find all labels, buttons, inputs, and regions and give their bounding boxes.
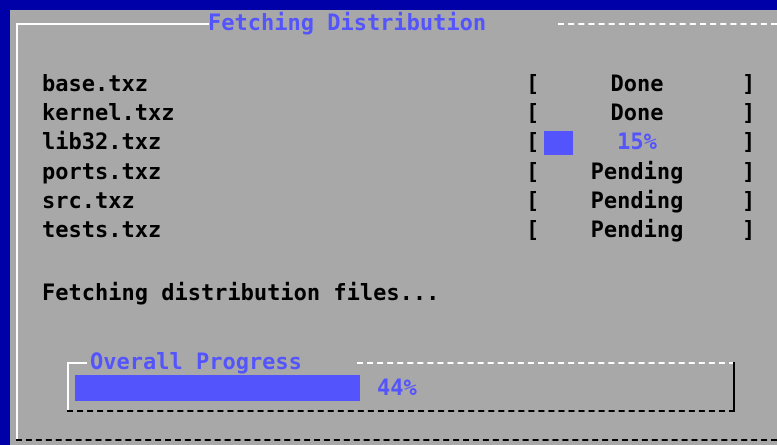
status-bracket-open: [ xyxy=(526,101,540,126)
dialog-frame-bottom xyxy=(16,439,777,441)
file-status: Pending xyxy=(590,189,684,214)
overall-frame-right xyxy=(733,362,735,412)
status-bracket-close: ] xyxy=(742,160,756,185)
status-bracket-close: ] xyxy=(742,189,756,214)
installer-screen: Fetching Distribution base.txz [ Done ] … xyxy=(0,0,777,445)
dialog-title: Fetching Distribution xyxy=(208,11,487,36)
file-name: kernel.txz xyxy=(42,101,175,126)
file-row-ports: ports.txz [ Pending ] xyxy=(42,158,755,187)
status-bracket-open: [ xyxy=(526,160,540,185)
status-bracket-open: [ xyxy=(526,130,540,155)
overall-progress-percent: 44% xyxy=(377,376,417,401)
file-name: tests.txz xyxy=(42,218,162,243)
overall-frame-top-left xyxy=(67,362,87,364)
overall-frame-top-right xyxy=(357,362,735,364)
overall-frame-left xyxy=(67,362,69,412)
file-status: 15% xyxy=(617,130,657,155)
overall-progress-box: Overall Progress 44% xyxy=(67,348,735,412)
file-name: base.txz xyxy=(42,72,148,97)
status-message: Fetching distribution files... xyxy=(42,281,440,306)
file-status: Pending xyxy=(590,160,684,185)
file-row-src: src.txz [ Pending ] xyxy=(42,187,755,216)
file-name: src.txz xyxy=(42,189,135,214)
file-status: Done xyxy=(610,101,664,126)
dialog-frame-left xyxy=(16,23,18,441)
overall-progress-title: Overall Progress xyxy=(90,350,302,375)
dialog-frame-top-right xyxy=(558,23,777,25)
file-status: Done xyxy=(610,72,664,97)
status-bracket-close: ] xyxy=(742,130,756,155)
file-status: Pending xyxy=(590,218,684,243)
file-name: ports.txz xyxy=(42,160,162,185)
fetch-dialog: Fetching Distribution base.txz [ Done ] … xyxy=(10,10,777,445)
status-bracket-open: [ xyxy=(526,189,540,214)
overall-progress-fill xyxy=(75,375,360,401)
overall-progress-bar: 44% xyxy=(75,375,723,401)
overall-frame-bottom xyxy=(67,410,735,412)
file-row-base: base.txz [ Done ] xyxy=(42,70,755,99)
file-row-tests: tests.txz [ Pending ] xyxy=(42,216,755,245)
file-row-kernel: kernel.txz [ Done ] xyxy=(42,99,755,128)
status-bracket-close: ] xyxy=(742,218,756,243)
status-bracket-open: [ xyxy=(526,218,540,243)
status-bracket-close: ] xyxy=(742,101,756,126)
file-row-lib32: lib32.txz [ 15% ] xyxy=(42,128,755,157)
file-name: lib32.txz xyxy=(42,130,162,155)
status-bracket-open: [ xyxy=(526,72,540,97)
status-bracket-close: ] xyxy=(742,72,756,97)
dialog-frame-top-left xyxy=(16,23,209,25)
